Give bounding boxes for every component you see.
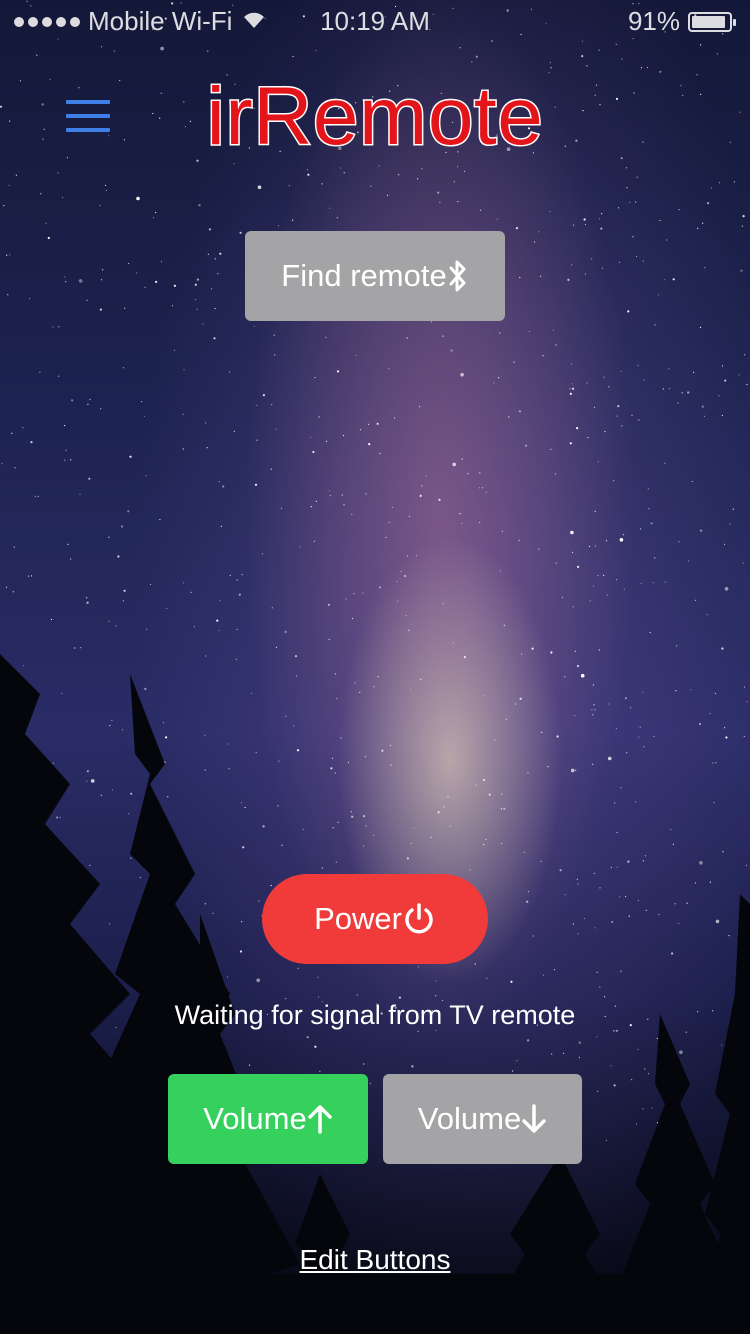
- find-remote-button[interactable]: Find remote: [245, 231, 505, 321]
- volume-down-label: Volume: [417, 1101, 522, 1136]
- power-icon: [402, 902, 436, 936]
- volume-up-button[interactable]: Volume: [168, 1074, 368, 1164]
- app-title: irRemote: [205, 70, 544, 164]
- status-right: 91%: [627, 6, 736, 37]
- bluetooth-icon: [447, 259, 469, 293]
- arrow-down-icon: [521, 1104, 547, 1134]
- power-button[interactable]: Power: [262, 874, 488, 964]
- volume-up-label: Volume: [203, 1101, 307, 1136]
- battery-fill: [692, 15, 725, 28]
- edit-buttons-link[interactable]: Edit Buttons: [0, 1244, 750, 1276]
- pine-trees-silhouette: [0, 654, 750, 1334]
- battery-icon: [688, 11, 736, 32]
- find-remote-label: Find remote: [281, 258, 447, 293]
- signal-status-text: Waiting for signal from TV remote: [174, 1000, 576, 1030]
- arrow-up-icon: [307, 1104, 333, 1134]
- power-label: Power: [314, 901, 402, 936]
- battery-percent: 91%: [627, 6, 680, 36]
- status-bar: Mobile Wi-Fi 10:19 AM 91%: [0, 0, 750, 40]
- volume-down-button[interactable]: Volume: [383, 1074, 582, 1164]
